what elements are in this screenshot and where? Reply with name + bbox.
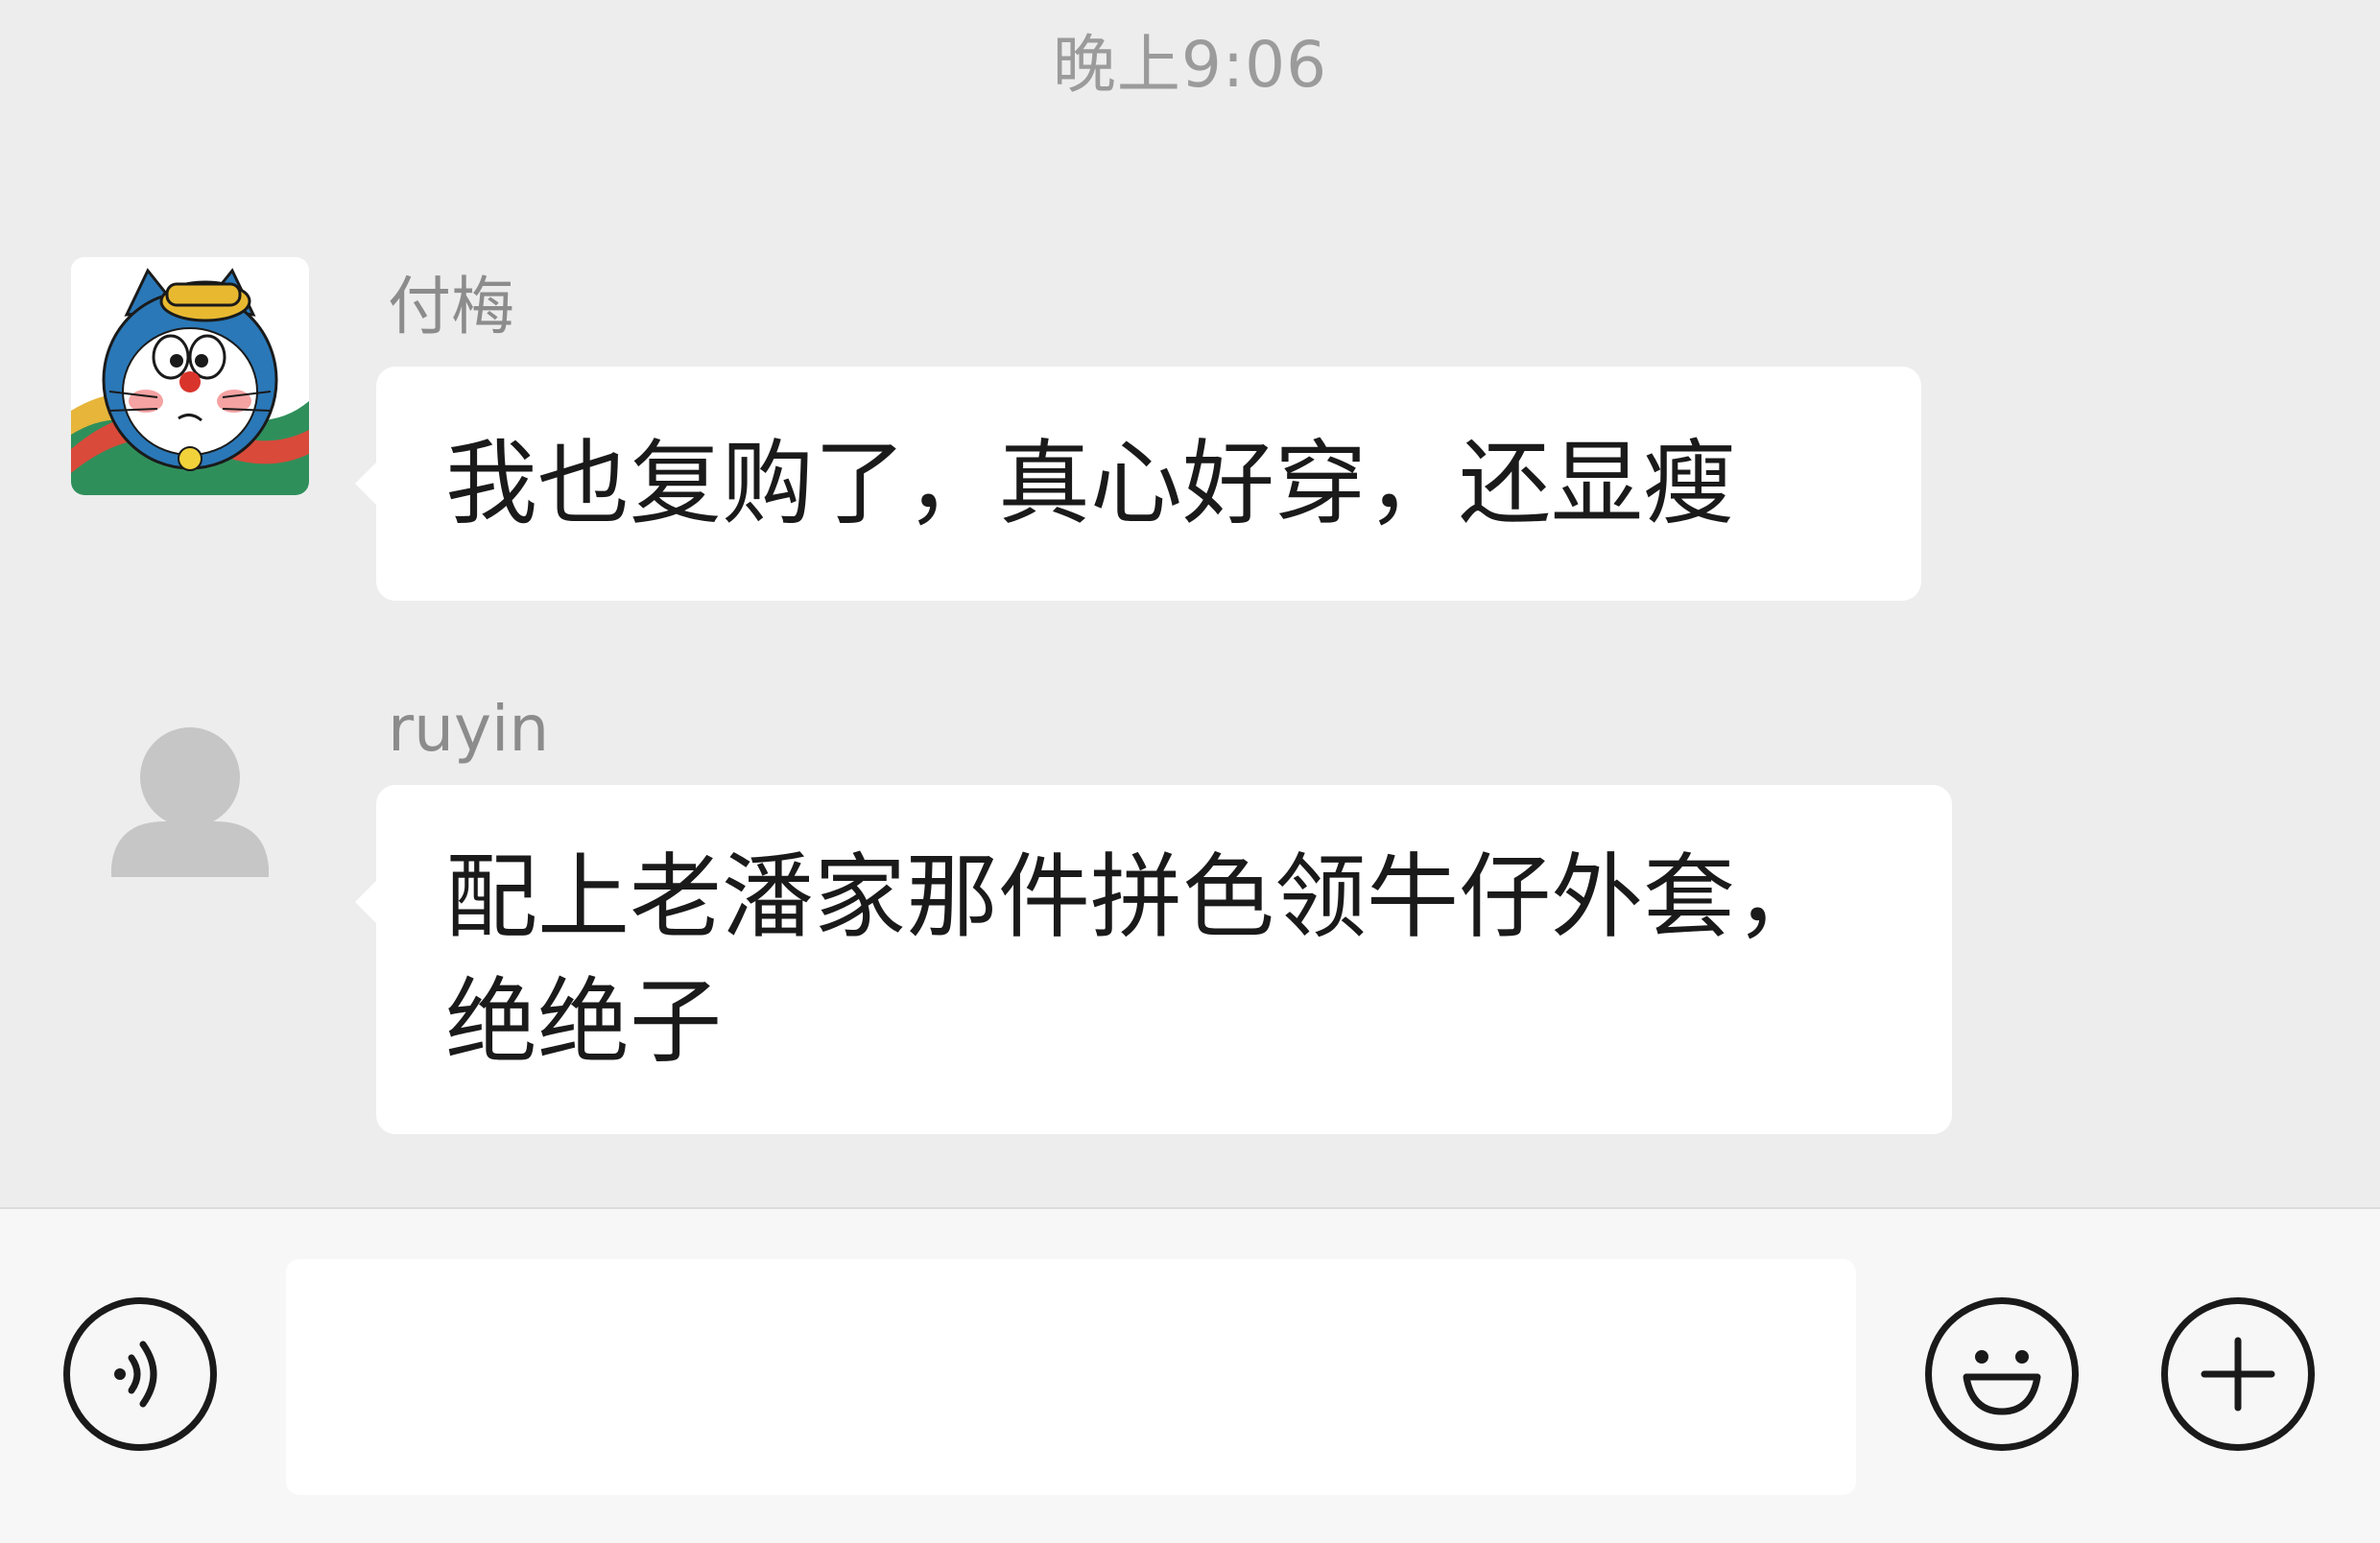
message-timestamp: 晚上9:06	[1052, 28, 1328, 102]
input-bar	[0, 1207, 2380, 1543]
message-bubble[interactable]: 配上老潘家那件拼色领牛仔外套，绝绝子	[355, 785, 1952, 1134]
smile-emoji-icon	[1963, 1350, 2041, 1415]
avatar-cartoon-cat-icon[interactable]	[71, 257, 309, 495]
sender-name: ruyin	[388, 692, 550, 766]
more-button[interactable]	[2161, 1297, 2315, 1451]
plus-icon	[2201, 1337, 2275, 1412]
message-text: 配上老潘家那件拼色领牛仔外套，绝绝子	[445, 843, 1827, 1076]
avatar-default-user-icon[interactable]	[71, 677, 309, 915]
message-text: 我也复购了，真心好穿，还显瘦	[445, 430, 1735, 537]
message-bubble[interactable]: 我也复购了，真心好穿，还显瘦	[355, 367, 1921, 601]
chat-area: 晚上9:06 付梅 我也复购了，真心好穿，还显瘦 ruyin 配上老潘家那件拼色…	[0, 0, 2380, 1207]
emoji-button[interactable]	[1925, 1297, 2079, 1451]
voice-button[interactable]	[63, 1297, 217, 1451]
voice-icon	[114, 1341, 157, 1408]
sender-name: 付梅	[388, 270, 514, 344]
message-input[interactable]	[286, 1259, 1856, 1495]
